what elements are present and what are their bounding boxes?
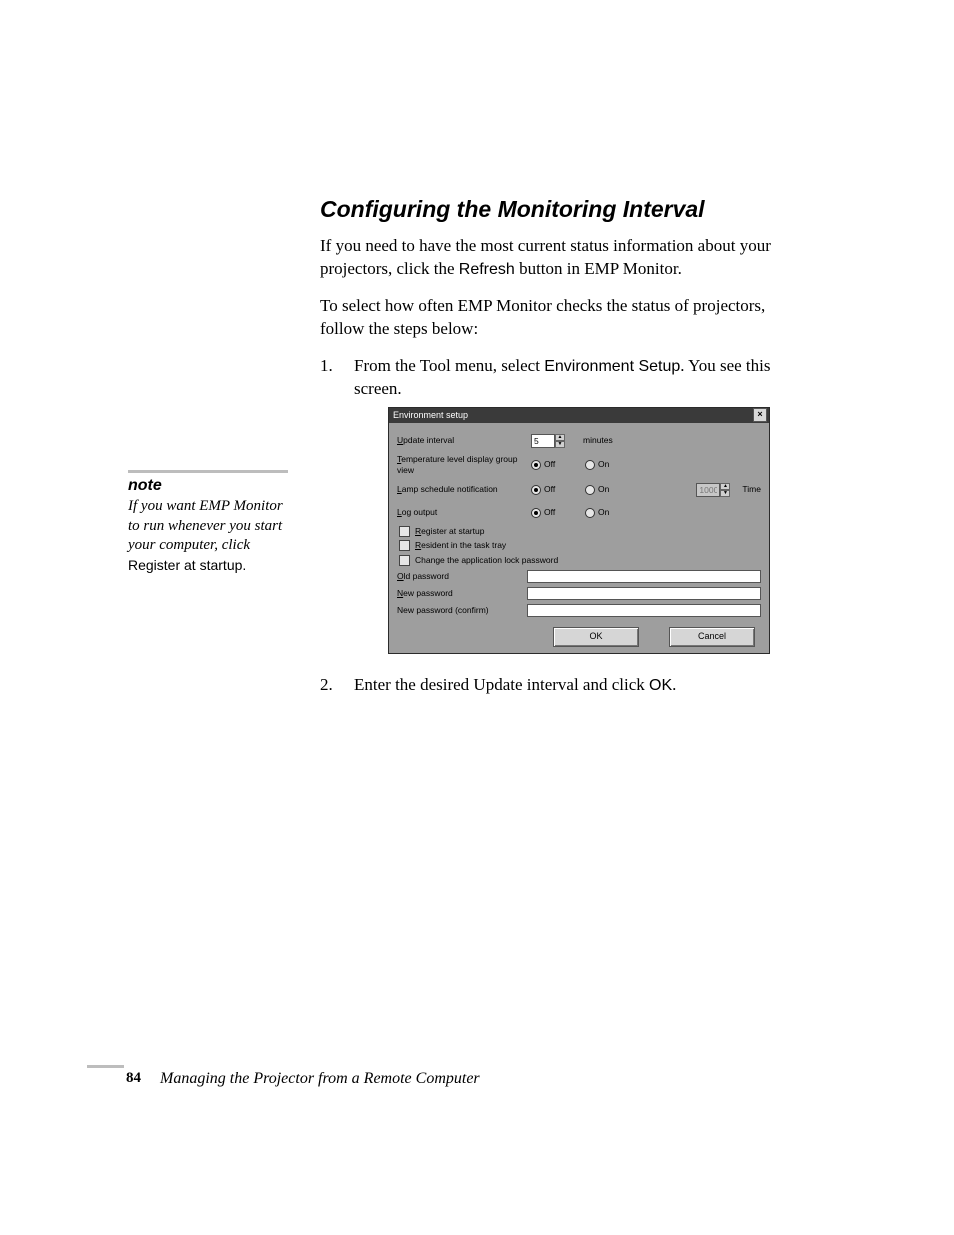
lamp-on-label: On: [598, 484, 609, 495]
temp-on-label: On: [598, 459, 609, 470]
environment-setup-dialog: Environment setup × Update interval ▲▼ m…: [388, 407, 770, 654]
lamp-off-label: Off: [544, 484, 555, 495]
ok-button[interactable]: OK: [553, 627, 639, 647]
note-heading: note: [128, 477, 293, 495]
lamp-time-spinner: ▲▼: [696, 483, 730, 497]
update-interval-spinner[interactable]: ▲▼: [531, 434, 565, 448]
dialog-titlebar: Environment setup ×: [389, 408, 769, 423]
footer-rule: [87, 1065, 124, 1068]
update-interval-input[interactable]: [531, 434, 555, 448]
new-password-label: New password: [397, 588, 527, 599]
step-2: 2. Enter the desired Update interval and…: [320, 674, 780, 697]
temp-off-radio[interactable]: [531, 460, 541, 470]
dialog-title: Environment setup: [393, 409, 468, 421]
step-1-number: 1.: [320, 355, 333, 378]
note-body-c: .: [242, 557, 246, 573]
margin-note: note If you want EMP Monitor to run when…: [128, 470, 293, 576]
new-password-input[interactable]: [527, 587, 761, 600]
resident-tray-checkbox[interactable]: [399, 540, 410, 551]
note-body-b: Register at startup: [128, 557, 242, 573]
temp-on-radio[interactable]: [585, 460, 595, 470]
old-password-label: Old password: [397, 571, 527, 582]
step-2-text-c: .: [672, 675, 676, 694]
close-icon[interactable]: ×: [753, 408, 767, 422]
register-startup-checkbox[interactable]: [399, 526, 410, 537]
change-password-checkbox[interactable]: [399, 555, 410, 566]
step-2-number: 2.: [320, 674, 333, 697]
spin-down-icon: ▼: [720, 490, 730, 497]
log-off-radio[interactable]: [531, 508, 541, 518]
para1-part-c: button in EMP Monitor.: [515, 259, 682, 278]
lamp-off-radio[interactable]: [531, 485, 541, 495]
step-1-text-a: From the Tool menu, select: [354, 356, 544, 375]
spin-up-icon: ▲: [720, 483, 730, 490]
intro-paragraph-2: To select how often EMP Monitor checks t…: [320, 295, 780, 341]
change-password-label: Change the application lock password: [415, 555, 558, 566]
step-1-text-b: Environment Setup: [544, 358, 680, 375]
step-1: 1. From the Tool menu, select Environmen…: [320, 355, 780, 654]
section-heading: Configuring the Monitoring Interval: [320, 196, 780, 223]
refresh-label: Refresh: [459, 261, 515, 278]
note-rule: [128, 470, 288, 473]
old-password-input[interactable]: [527, 570, 761, 583]
register-startup-label: Register at startup: [415, 526, 484, 537]
lamp-label: Lamp schedule notification: [397, 484, 527, 495]
log-on-label: On: [598, 507, 609, 518]
temp-off-label: Off: [544, 459, 555, 470]
new-password-confirm-label: New password (confirm): [397, 605, 527, 616]
step-2-text-a: Enter the desired Update interval and cl…: [354, 675, 649, 694]
minutes-label: minutes: [583, 435, 613, 446]
update-interval-label: Update interval: [397, 435, 527, 446]
resident-tray-label: Resident in the task tray: [415, 540, 506, 551]
page-number: 84: [126, 1070, 141, 1087]
step-2-text-b: OK: [649, 677, 672, 694]
new-password-confirm-input[interactable]: [527, 604, 761, 617]
note-body-a: If you want EMP Monitor to run whenever …: [128, 498, 283, 553]
lamp-time-input: [696, 483, 720, 497]
cancel-button[interactable]: Cancel: [669, 627, 755, 647]
intro-paragraph-1: If you need to have the most current sta…: [320, 235, 780, 281]
log-label: Log output: [397, 507, 527, 518]
spin-down-icon[interactable]: ▼: [555, 441, 565, 448]
lamp-on-radio[interactable]: [585, 485, 595, 495]
footer-chapter-title: Managing the Projector from a Remote Com…: [160, 1070, 480, 1088]
temperature-label: Temperature level display group view: [397, 454, 527, 477]
log-on-radio[interactable]: [585, 508, 595, 518]
log-off-label: Off: [544, 507, 555, 518]
spin-up-icon[interactable]: ▲: [555, 434, 565, 441]
lamp-time-unit: Time: [742, 484, 761, 495]
